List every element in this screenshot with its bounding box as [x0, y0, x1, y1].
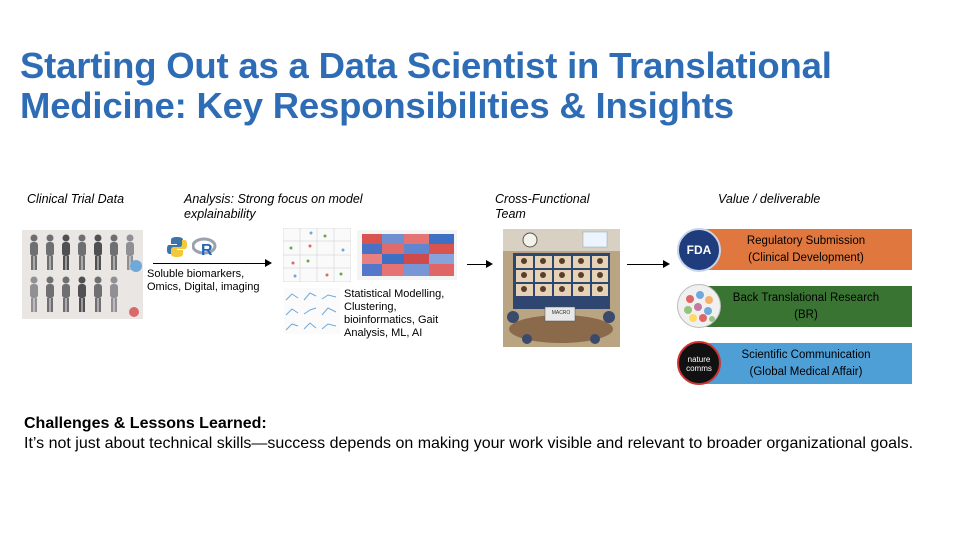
- deliverable-title: Regulatory Submission: [746, 235, 866, 247]
- fda-logo-icon: FDA: [677, 228, 721, 272]
- cross-functional-team-header: Cross-Functional Team: [495, 192, 590, 221]
- flow-arrow-1-head: [265, 259, 272, 267]
- small-multiples-plot-image: [284, 288, 340, 334]
- deliverable-title: Back Translational Research: [732, 292, 880, 304]
- clinical-trial-data-header: Clinical Trial Data: [27, 192, 125, 206]
- data-types-text: Soluble biomarkers, Omics, Digital, imag…: [147, 268, 260, 293]
- clinical-trial-population-image: [22, 230, 143, 319]
- svg-text:R: R: [201, 242, 213, 258]
- team-meeting-image: MACRO: [503, 229, 620, 347]
- molecules-logo-icon: [677, 284, 721, 328]
- challenges-section: Challenges & Lessons Learned: It’s not j…: [24, 414, 944, 454]
- deliverable-subtitle: (BR): [794, 309, 818, 321]
- flow-arrow-3-head: [663, 260, 670, 268]
- deliverable-subtitle: (Global Medical Affair): [749, 366, 863, 378]
- deliverable-back-translational-research: Back Translational Research (BR): [700, 286, 912, 327]
- analysis-header: Analysis: Strong focus on model explaina…: [184, 192, 363, 221]
- flow-arrow-2: [467, 264, 487, 265]
- deliverable-title: Scientific Communication: [741, 349, 871, 361]
- nature-comms-logo-text: nature comms: [686, 355, 712, 373]
- r-logo-icon: R: [191, 236, 218, 259]
- flow-arrow-2-head: [486, 260, 493, 268]
- python-logo-icon: [166, 236, 188, 258]
- human-silhouettes-icon: [30, 234, 142, 317]
- deliverable-subtitle: (Clinical Development): [748, 252, 864, 264]
- fda-logo-text: FDA: [686, 243, 712, 257]
- slide-title: Starting Out as a Data Scientist in Tran…: [20, 45, 832, 126]
- challenges-heading: Challenges & Lessons Learned:: [24, 415, 267, 432]
- methods-text: Statistical Modelling, Clustering, bioin…: [344, 288, 445, 339]
- deliverable-scientific-communication: Scientific Communication (Global Medical…: [700, 343, 912, 384]
- flow-arrow-1: [153, 263, 266, 264]
- nature-comms-logo-icon: nature comms: [677, 341, 721, 385]
- meeting-screen-label: MACRO: [551, 310, 571, 316]
- scatter-matrix-plot-image: [282, 227, 352, 283]
- flow-arrow-3: [627, 264, 664, 265]
- challenges-body: It’s not just about technical skills—suc…: [24, 435, 914, 452]
- heatmap-image: [357, 230, 457, 280]
- deliverable-regulatory-submission: Regulatory Submission (Clinical Developm…: [700, 229, 912, 270]
- value-deliverable-header: Value / deliverable: [718, 192, 821, 206]
